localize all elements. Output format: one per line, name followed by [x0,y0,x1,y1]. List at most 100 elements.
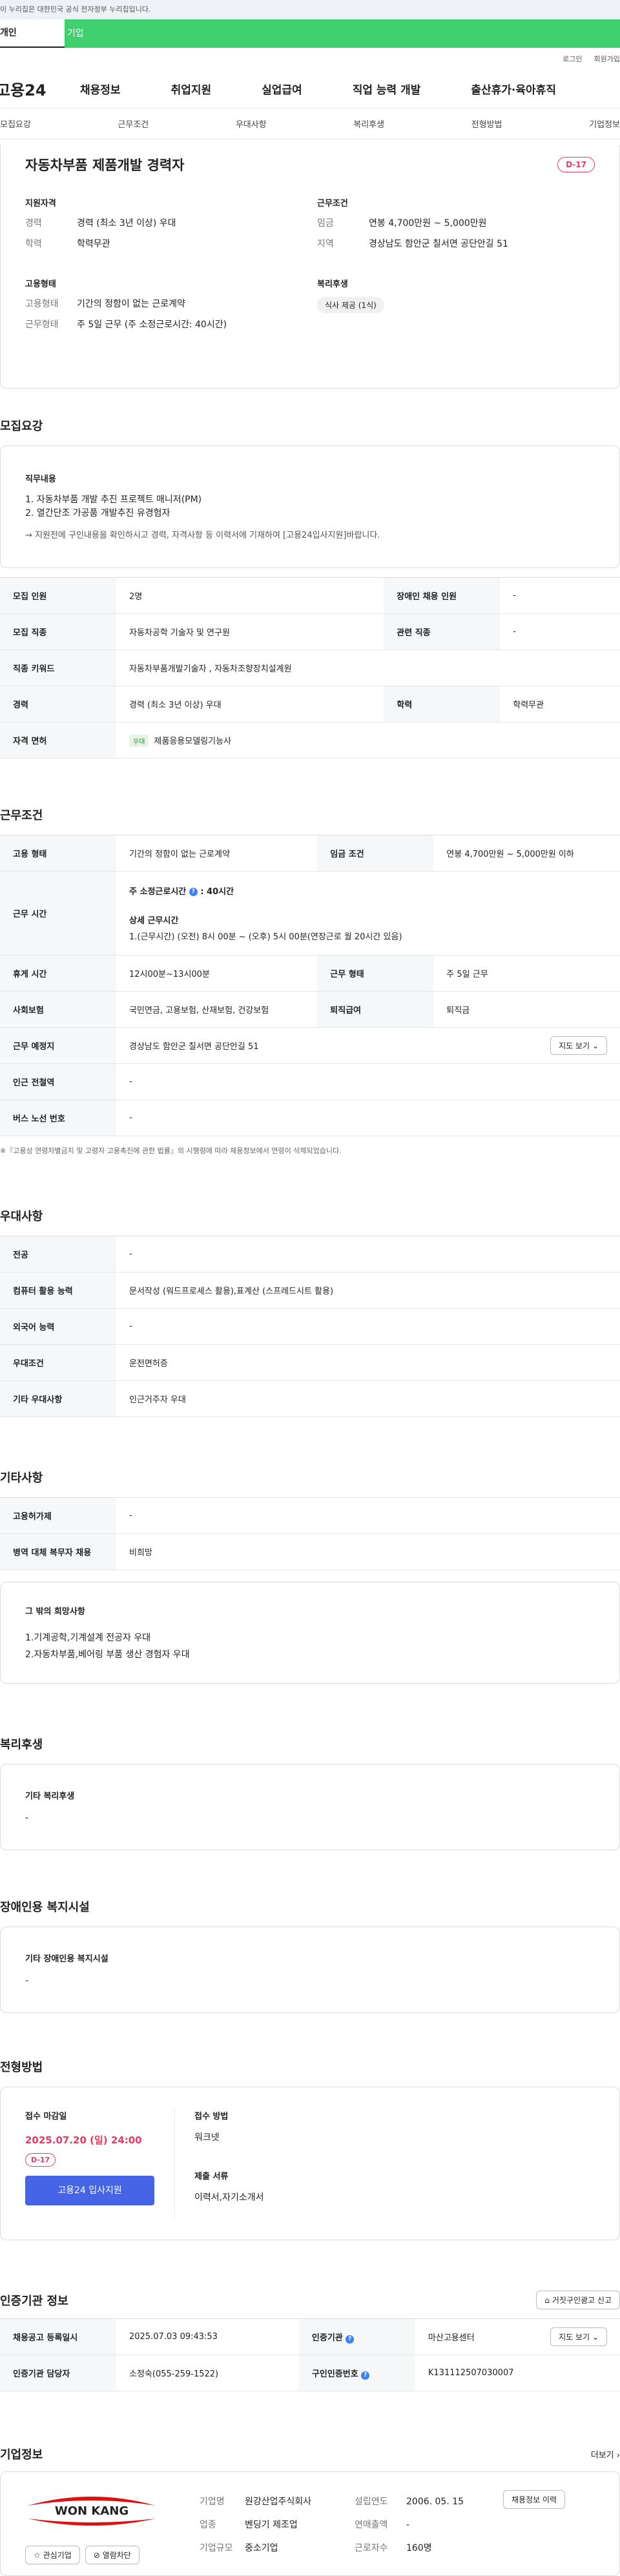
report-button[interactable]: ⌂ 거짓구인광고 신고 [536,2291,620,2309]
benefit-box-value: - [25,1813,29,1823]
cell-value: 퇴직금 [433,991,620,1028]
map-button[interactable]: 지도 보기 ⌄ [550,1036,607,1055]
process-dday-badge: D-17 [25,2153,56,2167]
pref-table: 전공 - 컴퓨터 활용 능력 문서작성 (워드프로세스 활용),표계산 (스프레드시… [0,1236,620,1417]
cell-value: - [116,1308,620,1345]
subnav-process[interactable]: 전형방법 [471,118,502,130]
cell-label: 인증기관 담당자 [0,2355,116,2391]
pref-section-title: 우대사항 [0,1210,43,1223]
cell-label: 구인인증번호 ? [298,2355,415,2391]
detail-hours-value: 1.(근무시간) (오전) 8시 00분 ~ (오후) 5시 00분(연장근로 … [129,932,402,942]
gnb-item-training[interactable]: 직업 능력 개발 [353,81,421,97]
wage-label: 임금 [317,218,334,229]
company-name-label: 기업명 [200,2497,225,2507]
cell-label: 버스 노선 번호 [0,1099,116,1136]
docs-label: 제출 서류 [194,2172,229,2182]
region-value: 경상남도 함안군 칠서면 공단안길 51 [369,239,508,249]
cert-map-button[interactable]: 지도 보기 ⌄ [550,2327,607,2346]
info-icon[interactable]: ? [346,2335,355,2344]
work-table: 고용 형태 기간의 정함이 없는 근로계약 임금 조건 연봉 4,700만원 ~ 5,… [0,835,620,1136]
info-icon[interactable]: ? [361,2371,370,2380]
cell-value: - [116,1236,620,1273]
gnb-item-unemployment[interactable]: 실업급여 [262,81,302,97]
subnav-work[interactable]: 근무조건 [118,118,149,130]
cell-value: - [116,1497,620,1534]
career-label: 경력 [25,218,42,229]
detail-hours-label: 상세 근무시간 [129,916,179,926]
cell-label: 근무 시간 [0,871,116,956]
block-icon: ⊘ [93,2551,100,2560]
cond-title: 근무조건 [317,199,348,209]
cell-value: - [116,1099,620,1136]
table-row: 외국어 능력 - [0,1308,620,1345]
cert-table: 채용공고 등록일시 2025.07.03 09:43:53 인증기관 ? 마산고용… [0,2318,620,2391]
gnb-item-leave[interactable]: 출산휴가·육아휴직 [471,81,556,97]
cell-value: 기간의 정함이 없는 근로계약 [116,835,318,872]
apply-button[interactable]: 고용24 입사지원 [25,2176,154,2205]
gov-banner: 이 누리집은 대한민국 공식 전자정부 누리집입니다. [0,0,620,19]
process-box: 접수 마감일 2025.07.20 (일) 24:00 D-17 고용24 입사… [0,2087,620,2240]
chevron-down-icon: ⌄ [592,1041,599,1050]
table-row: 병역 대체 복무자 채용 비희망 [0,1533,620,1570]
cell-value: 2명 [116,577,384,614]
cell-value: 12시00분~13시00분 [116,955,318,992]
edu-label: 학력 [25,239,42,249]
table-row: 인증기관 담당자 소정숙(055-259-1522) 구인인증번호 ? K1311… [0,2355,620,2391]
user-type-tabs: 개인 기업 [0,19,620,48]
job-summary-card: 자동차부품 제품개발 경력자 D-17 지원자격 경력 경력 (최소 3년 이상)… [0,145,620,389]
cell-label: 우대조건 [0,1344,116,1381]
deadline-value: 2025.07.20 (일) 24:00 [25,2134,142,2146]
subnav-pref[interactable]: 우대사항 [236,118,267,130]
favorite-company-button[interactable]: ☆ 관심기업 [25,2546,80,2564]
cell-value: - [500,613,620,650]
table-row: 전공 - [0,1236,620,1273]
subnav-recruit[interactable]: 모집요강 [0,118,31,130]
wish-line: 1.기계공학,기계설계 전공자 우대 [25,1633,151,1643]
cell-value: 운전면허증 [116,1344,620,1381]
tab-personal[interactable]: 개인 [0,19,65,48]
cell-label: 전공 [0,1236,116,1273]
table-row: 기타 우대사항 인근거주자 우대 [0,1380,620,1417]
welfare-title: 복리후생 [317,280,348,289]
cell-label: 근무 예정지 [0,1027,116,1064]
wish-box: 그 밖의 희망사항 1.기계공학,기계설계 전공자 우대 2.자동차부품,베어링… [0,1582,620,1684]
welfare-chip: 식사 제공 (1식) [317,297,384,313]
job-desc-line: 2. 열간단조 가공품 개발추진 유경험자 [25,508,170,518]
etype-label: 고용형태 [25,299,59,309]
star-icon: ☆ [34,2551,41,2560]
table-row: 자격 면허 우대 제품응용모델링기능사 [0,722,620,759]
recruit-section-title: 모집요강 [0,420,43,433]
table-row: 버스 노선 번호 - [0,1099,620,1136]
edu-value: 학력무관 [77,239,110,249]
staff-label: 근로자수 [355,2543,388,2553]
pref-badge: 우대 [129,734,149,747]
site-logo[interactable]: 고용24 [0,77,80,100]
job-description-box: 직무내용 1. 자동차부품 개발 추진 프로젝트 매니저(PM) 2. 열간단조… [0,445,620,568]
more-link[interactable]: 더보기 › [591,2448,620,2460]
gnb-item-support[interactable]: 취업지원 [171,81,212,97]
cell-value: 국민연금, 고용보험, 산재보험, 건강보험 [116,991,318,1028]
block-company-button[interactable]: ⊘ 열람차단 [85,2546,140,2564]
logo-text: WON KANG [54,2504,129,2518]
etc-section-title: 기타사항 [0,1471,43,1485]
tab-company[interactable]: 기업 [65,19,620,48]
cell-value: - [500,577,620,614]
subnav-company[interactable]: 기업정보 [589,118,620,130]
signup-link[interactable]: 회원가입 [594,54,620,64]
cell-value: 자동차공학 기술자 및 연구원 [116,613,384,650]
cell-value: 마산고용센터 지도 보기 ⌄ [415,2318,620,2355]
cell-value: 경력 (최소 3년 이상) 우대 [116,686,384,722]
deadline-label: 접수 마감일 [25,2112,67,2121]
disability-box-title: 기타 장애인용 복지시설 [25,1954,108,1964]
place-value: 경상남도 함안군 칠서면 공단안길 51 [129,1042,259,1052]
org-value: 마산고용센터 [428,2333,475,2343]
benefit-section-title: 복리후생 [0,1738,43,1752]
gnb-item-jobs[interactable]: 채용정보 [80,81,121,97]
hiring-history-button[interactable]: 채용정보 이력 [503,2490,566,2509]
table-row: 우대조건 운전면허증 [0,1344,620,1381]
login-link[interactable]: 로그인 [563,54,582,64]
cell-label: 휴게 시간 [0,955,116,992]
info-icon[interactable]: ? [189,888,198,896]
subnav-benefit[interactable]: 복리후생 [353,118,384,130]
staff-value: 160명 [406,2543,432,2553]
